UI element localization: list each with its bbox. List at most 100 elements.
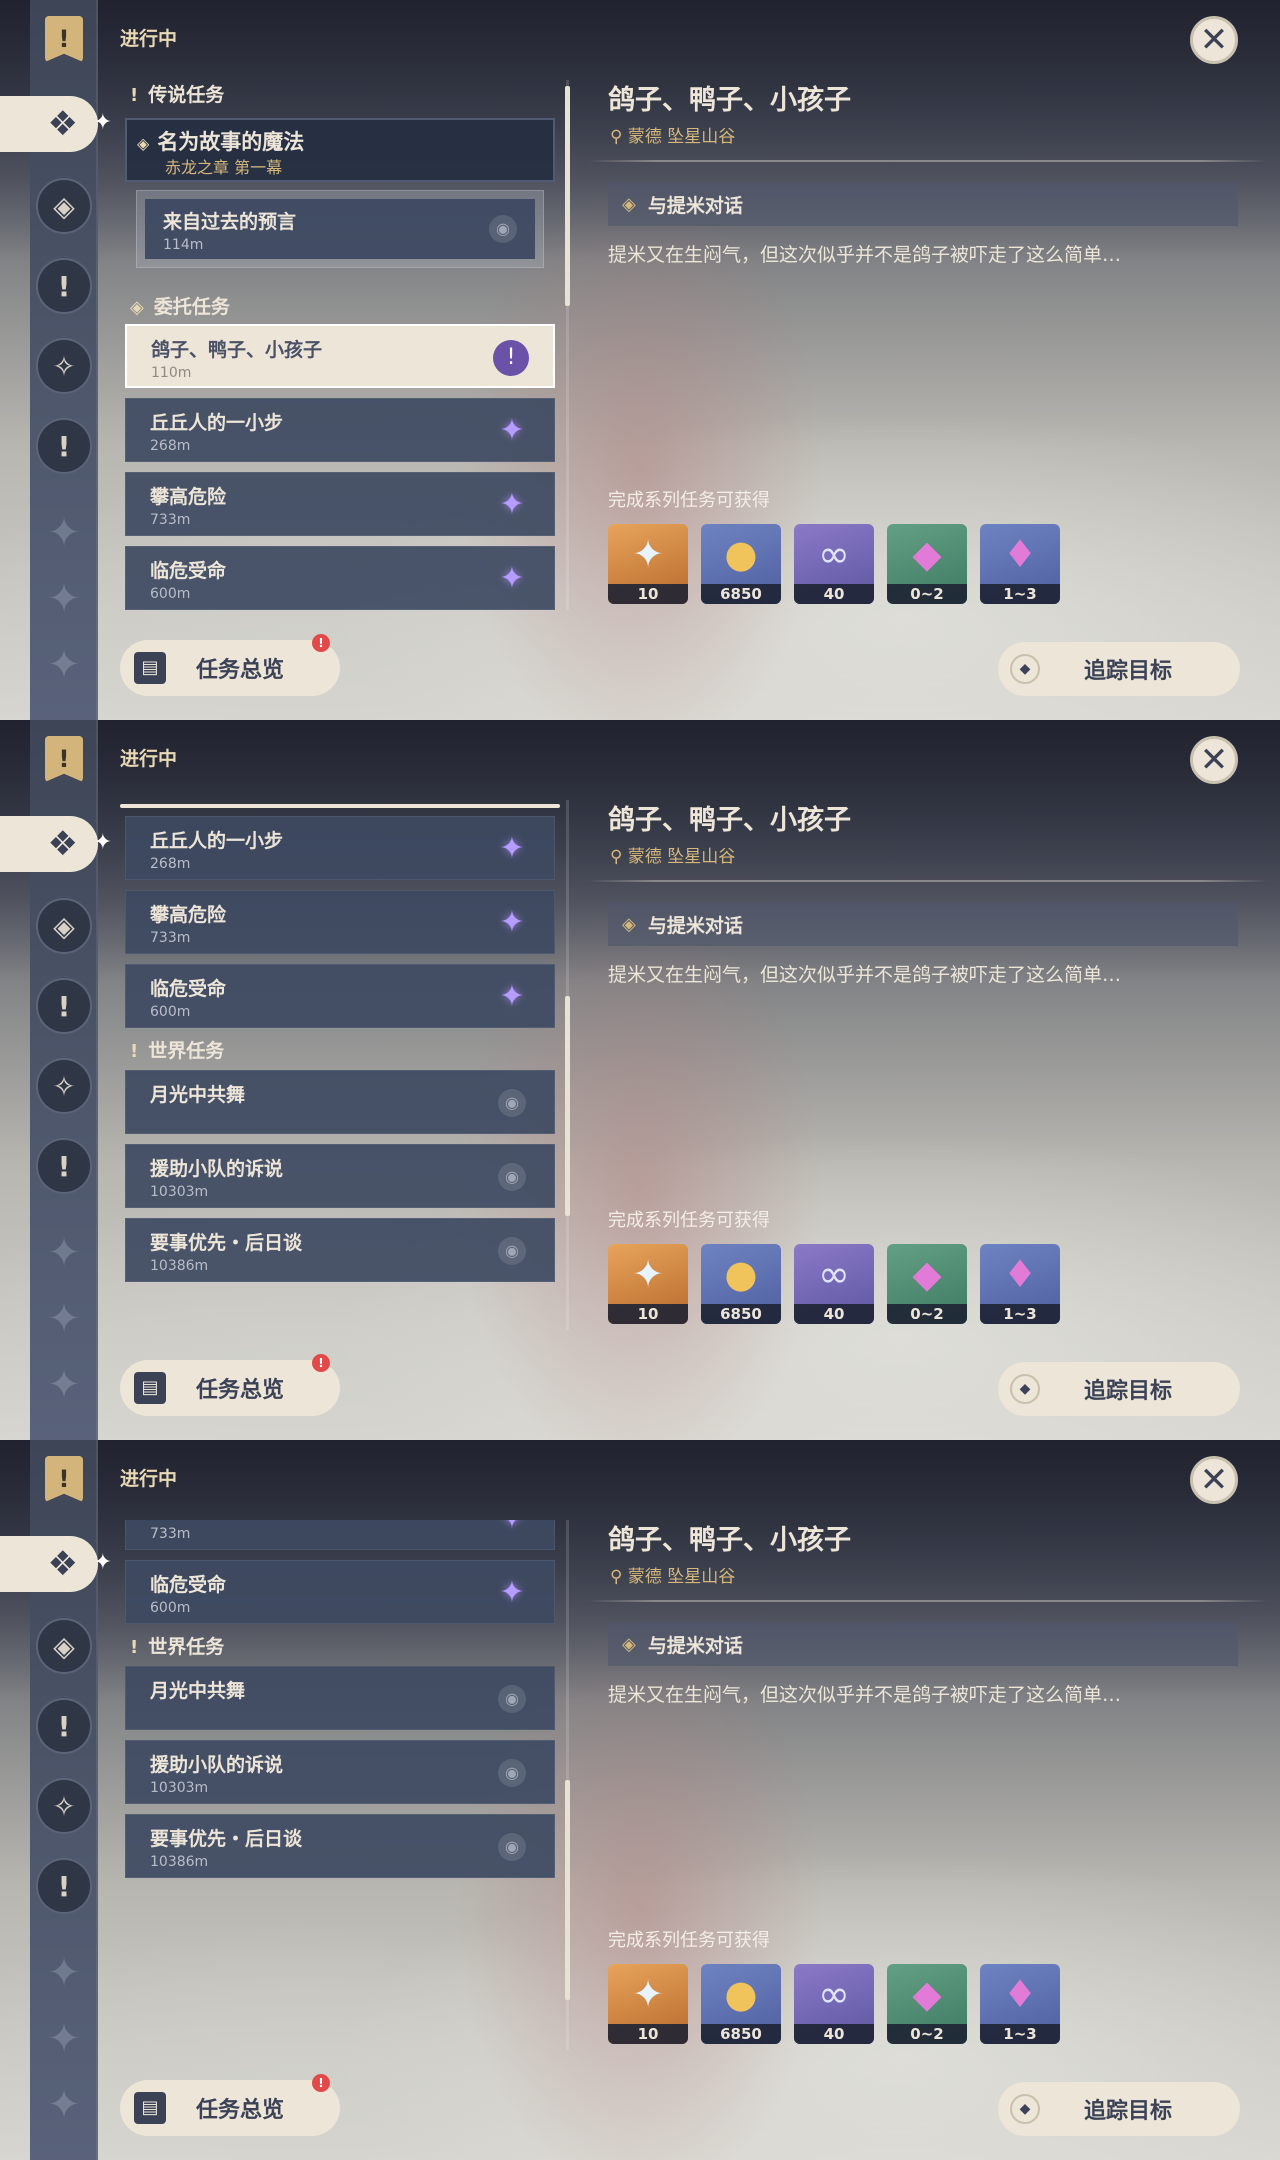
commission-item-active[interactable]: 鸽子、鸭子、小孩子 110m ! <box>125 324 555 388</box>
world-quest-item[interactable]: 月光中共舞 ◉ <box>125 1666 555 1730</box>
location-text: 蒙德 坠星山谷 <box>627 847 736 867</box>
tab-archon-icon[interactable]: ◈ <box>36 898 92 954</box>
world-quest-item[interactable]: 援助小队的诉说 10303m ◉ <box>125 1144 555 1208</box>
location-text: 蒙德 坠星山谷 <box>627 127 736 147</box>
quest-list[interactable]: 攀高危险 733m ✦ 临危受命 600m ✦ ! 世界任务 月光中共舞 ◉ 援助… <box>120 1520 560 2060</box>
reward-primogem[interactable]: ✦ 10 <box>608 1964 688 2044</box>
reward-mora[interactable]: ● 6850 <box>701 1964 781 2044</box>
quest-overview-button[interactable]: ▤ 任务总览 ! <box>120 2074 340 2136</box>
reward-crystal-cluster[interactable]: ♦ 1~3 <box>980 524 1060 604</box>
commission-item[interactable]: 临危受命 600m ✦ <box>125 964 555 1028</box>
detail-location: ⚲ 蒙德 坠星山谷 <box>610 122 735 147</box>
item-distance: 733m <box>150 930 191 946</box>
commission-star-icon[interactable]: ✦ <box>494 831 530 867</box>
commission-item[interactable]: 攀高危险 733m ✦ <box>125 890 555 954</box>
scrollbar-thumb[interactable] <box>565 86 570 306</box>
tab-world-icon[interactable]: ! <box>36 418 92 474</box>
world-quest-item[interactable]: 援助小队的诉说 10303m ◉ <box>125 1740 555 1804</box>
diamond-icon: ◈ <box>622 913 636 935</box>
reward-count: 0~2 <box>887 2024 967 2044</box>
diamond-icon: ◈ <box>622 1633 636 1655</box>
quest-list[interactable]: ! 传说任务 ◈ 名为故事的魔法 赤龙之章 第一幕 来自过去的预言 114m ◉ ◈… <box>120 80 560 620</box>
quest-overview-button[interactable]: ▤ 任务总览 ! <box>120 634 340 696</box>
divider <box>588 1600 1268 1602</box>
world-quest-item[interactable]: 要事优先・后日谈 10386m ◉ <box>125 1218 555 1282</box>
pin-icon[interactable]: ◉ <box>498 1163 526 1191</box>
track-target-button[interactable]: ◆ 追踪目标 <box>998 642 1240 696</box>
commission-star-icon[interactable]: ✦ <box>494 413 530 449</box>
pin-icon[interactable]: ◉ <box>498 1237 526 1265</box>
pin-icon[interactable]: ◉ <box>498 1759 526 1787</box>
tab-daily-icon[interactable]: ✧ <box>36 1778 92 1834</box>
in-progress-label: 进行中 <box>120 1468 178 1490</box>
scrollbar-thumb[interactable] <box>565 1780 570 2000</box>
tab-world-icon[interactable]: ! <box>36 1858 92 1914</box>
item-title: 临危受命 <box>150 978 227 1000</box>
item-title: 临危受命 <box>150 1574 227 1596</box>
legend-quest-step[interactable]: 来自过去的预言 114m ◉ <box>136 190 544 268</box>
commission-star-icon[interactable]: ! <box>493 340 529 376</box>
commission-item[interactable]: 攀高危险 733m ✦ <box>125 1520 555 1550</box>
commission-item[interactable]: 丘丘人的一小步 268m ✦ <box>125 398 555 462</box>
commission-star-icon[interactable]: ✦ <box>494 487 530 523</box>
rewards-label: 完成系列任务可获得 <box>608 1210 770 1231</box>
notification-badge: ! <box>312 1354 330 1372</box>
tab-commission-active[interactable]: ❖ ✦ <box>0 1536 112 1592</box>
reward-crystal-chunk[interactable]: ◆ 0~2 <box>887 1964 967 2044</box>
reward-adventure-exp[interactable]: ∞ 40 <box>794 1964 874 2044</box>
tab-world-icon[interactable]: ! <box>36 1138 92 1194</box>
legend-quest-item[interactable]: ◈ 名为故事的魔法 赤龙之章 第一幕 <box>125 118 555 182</box>
reward-crystal-cluster[interactable]: ♦ 1~3 <box>980 1244 1060 1324</box>
reward-adventure-exp[interactable]: ∞ 40 <box>794 1244 874 1324</box>
rewards-row: ✦ 10 ● 6850 ∞ 40 ◆ 0~2 ♦ 1~3 <box>608 524 1060 604</box>
pin-icon[interactable]: ◉ <box>498 1833 526 1861</box>
reward-crystal-cluster[interactable]: ♦ 1~3 <box>980 1964 1060 2044</box>
world-quest-item[interactable]: 要事优先・后日谈 10386m ◉ <box>125 1814 555 1878</box>
reward-crystal-chunk[interactable]: ◆ 0~2 <box>887 1244 967 1324</box>
item-distance: 268m <box>150 856 191 872</box>
tab-story-icon[interactable]: ! <box>36 1698 92 1754</box>
world-quest-item[interactable]: 月光中共舞 ◉ <box>125 1070 555 1134</box>
tab-story-icon[interactable]: ! <box>36 978 92 1034</box>
commission-star-icon[interactable]: ✦ <box>494 561 530 597</box>
reward-primogem[interactable]: ✦ 10 <box>608 1244 688 1324</box>
pin-icon[interactable]: ◉ <box>498 1089 526 1117</box>
commission-item[interactable]: 丘丘人的一小步 268m ✦ <box>125 816 555 880</box>
rail-decoration: ✦ ✦ ✦ <box>47 510 81 688</box>
quest-overview-button[interactable]: ▤ 任务总览 ! <box>120 1354 340 1416</box>
tab-daily-icon[interactable]: ✧ <box>36 338 92 394</box>
commission-star-icon[interactable]: ✦ <box>494 905 530 941</box>
tab-archon-icon[interactable]: ◈ <box>36 178 92 234</box>
quest-list[interactable]: 丘丘人的一小步 268m ✦ 攀高危险 733m ✦ 临危受命 600m ✦ !… <box>120 800 560 1340</box>
reward-mora[interactable]: ● 6850 <box>701 1244 781 1324</box>
section-label: 传说任务 <box>148 84 225 106</box>
commission-star-icon[interactable]: ✦ <box>494 1575 530 1611</box>
in-progress-label: 进行中 <box>120 748 178 770</box>
tab-archon-icon[interactable]: ◈ <box>36 1618 92 1674</box>
track-target-button[interactable]: ◆ 追踪目标 <box>998 2082 1240 2136</box>
crystal-cluster-icon: ♦ <box>1002 1972 1038 2016</box>
tab-commission-active[interactable]: ❖ ✦ <box>0 96 112 152</box>
tab-daily-icon[interactable]: ✧ <box>36 1058 92 1114</box>
pin-icon[interactable]: ◉ <box>498 1685 526 1713</box>
reward-count: 6850 <box>701 2024 781 2044</box>
commission-item[interactable]: 临危受命 600m ✦ <box>125 1560 555 1624</box>
item-title: 临危受命 <box>150 560 227 582</box>
reward-adventure-exp[interactable]: ∞ 40 <box>794 524 874 604</box>
reward-primogem[interactable]: ✦ 10 <box>608 524 688 604</box>
tab-commission-active[interactable]: ❖ ✦ <box>0 816 112 872</box>
pin-icon[interactable]: ◉ <box>489 215 517 243</box>
scrollbar-thumb[interactable] <box>565 996 570 1216</box>
book-icon: ▤ <box>134 1372 166 1404</box>
commission-star-icon[interactable]: ✦ <box>494 1520 530 1537</box>
track-target-button[interactable]: ◆ 追踪目标 <box>998 1362 1240 1416</box>
reward-mora[interactable]: ● 6850 <box>701 524 781 604</box>
reward-crystal-chunk[interactable]: ◆ 0~2 <box>887 524 967 604</box>
location-pin-icon: ⚲ <box>610 1567 628 1587</box>
commission-star-icon[interactable]: ✦ <box>494 979 530 1015</box>
tab-story-icon[interactable]: ! <box>36 258 92 314</box>
book-icon: ▤ <box>134 2092 166 2124</box>
detail-location: ⚲ 蒙德 坠星山谷 <box>610 842 735 867</box>
commission-item[interactable]: 临危受命 600m ✦ <box>125 546 555 610</box>
commission-item[interactable]: 攀高危险 733m ✦ <box>125 472 555 536</box>
